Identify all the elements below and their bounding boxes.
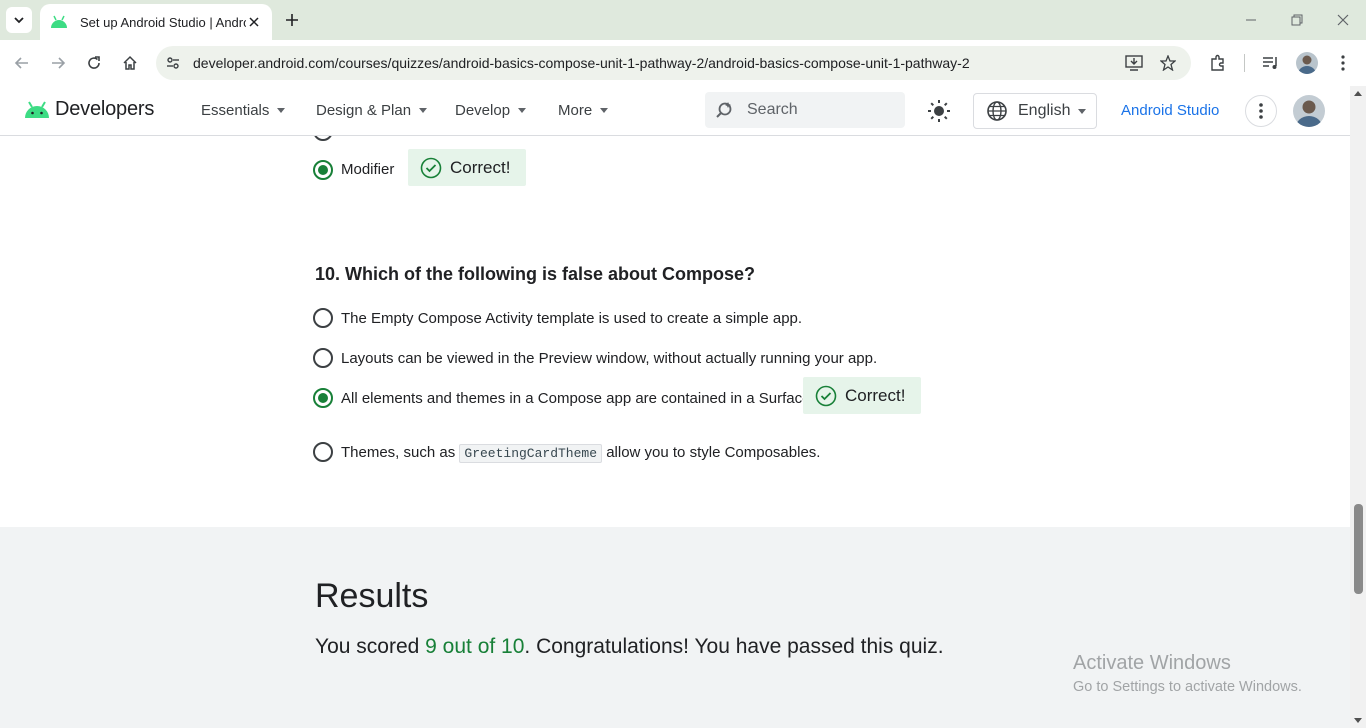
- profile-avatar[interactable]: [1295, 51, 1319, 75]
- option-label-2: Layouts can be viewed in the Preview win…: [341, 350, 878, 367]
- caret-down-icon: [600, 108, 609, 113]
- caret-down-icon: [419, 108, 428, 113]
- bookmark-star-icon[interactable]: [1158, 53, 1178, 73]
- nav-essentials-label: Essentials: [201, 102, 270, 119]
- user-avatar[interactable]: [1293, 95, 1325, 127]
- browser-menu-icon[interactable]: [1331, 51, 1355, 75]
- watermark-subtitle: Go to Settings to activate Windows.: [1073, 679, 1302, 695]
- caret-down-icon: [277, 108, 286, 113]
- correct-text: Correct!: [450, 157, 511, 177]
- check-circle-icon: [420, 157, 442, 178]
- android-logo-icon: [25, 100, 49, 118]
- correct-badge: Correct!: [408, 149, 526, 186]
- minimize-icon[interactable]: [1228, 0, 1274, 40]
- browser-toolbar: developer.android.com/courses/quizzes/an…: [0, 40, 1366, 86]
- home-icon[interactable]: [118, 51, 142, 75]
- results-suffix: . Congratulations! You have passed this …: [524, 635, 944, 658]
- nav-develop-label: Develop: [455, 102, 511, 119]
- android-favicon-icon: [51, 15, 67, 28]
- correct-text: Correct!: [845, 385, 906, 405]
- install-app-icon[interactable]: [1124, 53, 1144, 73]
- correct-badge: Correct!: [803, 377, 921, 414]
- results-summary: You scored 9 out of 10. Congratulations!…: [315, 635, 944, 659]
- close-window-icon[interactable]: [1320, 0, 1366, 40]
- windows-activation-watermark: Activate Windows Go to Settings to activ…: [1073, 652, 1302, 695]
- language-selector[interactable]: English: [973, 93, 1097, 129]
- sun-theme-icon[interactable]: [926, 98, 952, 124]
- brand-name: Developers: [55, 98, 155, 120]
- check-circle-icon: [815, 385, 837, 406]
- option-label-4: Themes, such as GreetingCardTheme allow …: [341, 444, 821, 463]
- android-studio-link[interactable]: Android Studio: [1121, 102, 1219, 119]
- chevron-down-icon: [14, 17, 24, 24]
- address-bar[interactable]: developer.android.com/courses/quizzes/an…: [156, 46, 1191, 80]
- nav-more-label: More: [558, 102, 593, 119]
- option-radio-4[interactable]: [313, 442, 333, 462]
- nav-design-plan-label: Design & Plan: [316, 102, 412, 119]
- option-label-3: All elements and themes in a Compose app…: [341, 390, 815, 407]
- language-label: English: [1018, 102, 1071, 119]
- nav-more[interactable]: More: [558, 102, 609, 119]
- caret-down-icon: [518, 108, 527, 113]
- option-label-1: The Empty Compose Activity template is u…: [341, 310, 803, 327]
- developers-logo[interactable]: Developers: [24, 98, 154, 121]
- modifier-option-label: Modifier: [341, 161, 395, 178]
- browser-tab-active[interactable]: Set up Android Studio | Andro: [40, 4, 272, 40]
- option-radio-1[interactable]: [313, 308, 333, 328]
- back-arrow-icon[interactable]: [10, 51, 34, 75]
- scroll-down-icon[interactable]: [1354, 718, 1362, 723]
- option-4-suffix: allow you to style Composables.: [606, 444, 821, 461]
- search-icon: [716, 102, 732, 118]
- url-text: developer.android.com/courses/quizzes/an…: [193, 55, 970, 71]
- scroll-up-icon[interactable]: [1354, 91, 1362, 96]
- results-prefix: You scored: [315, 635, 420, 658]
- caret-down-icon: [1078, 108, 1087, 114]
- more-options-icon[interactable]: [1245, 95, 1277, 127]
- browser-tabstrip: Set up Android Studio | Andro: [0, 0, 1366, 40]
- search-placeholder: Search: [747, 101, 798, 118]
- toolbar-divider: [1244, 54, 1245, 72]
- question-number: 10.: [315, 264, 341, 284]
- code-snippet: GreetingCardTheme: [459, 444, 603, 463]
- question-text: Which of the following is false about Co…: [345, 264, 756, 284]
- restore-icon[interactable]: [1274, 0, 1320, 40]
- scroll-thumb[interactable]: [1354, 504, 1363, 594]
- option-radio-3[interactable]: [313, 388, 333, 408]
- reload-icon[interactable]: [82, 51, 106, 75]
- results-section: Results You scored 9 out of 10. Congratu…: [0, 527, 1350, 728]
- question-title: 10. Which of the following is false about…: [315, 264, 755, 285]
- option-radio-2[interactable]: [313, 348, 333, 368]
- nav-essentials[interactable]: Essentials: [201, 102, 286, 119]
- tab-close-icon[interactable]: [246, 14, 262, 30]
- extensions-puzzle-icon[interactable]: [1206, 51, 1230, 75]
- modifier-option-radio[interactable]: [313, 160, 333, 180]
- option-4-prefix: Themes, such as: [341, 444, 456, 461]
- nav-develop[interactable]: Develop: [455, 102, 527, 119]
- globe-icon: [987, 101, 1007, 121]
- tab-title: Set up Android Studio | Andro: [80, 14, 246, 30]
- results-title: Results: [315, 577, 429, 615]
- page-scrollbar[interactable]: [1350, 86, 1366, 728]
- site-settings-icon[interactable]: [163, 53, 183, 73]
- forward-arrow-icon[interactable]: [46, 51, 70, 75]
- site-search-input[interactable]: Search: [705, 92, 905, 128]
- score-value: 9 out of 10: [425, 635, 525, 658]
- media-control-icon[interactable]: [1259, 51, 1283, 75]
- watermark-title: Activate Windows: [1073, 652, 1231, 674]
- new-tab-plus-icon[interactable]: [281, 9, 303, 31]
- tab-search-button[interactable]: [6, 7, 32, 33]
- nav-design-plan[interactable]: Design & Plan: [316, 102, 428, 119]
- site-header: Developers Essentials Design & Plan Deve…: [0, 86, 1350, 136]
